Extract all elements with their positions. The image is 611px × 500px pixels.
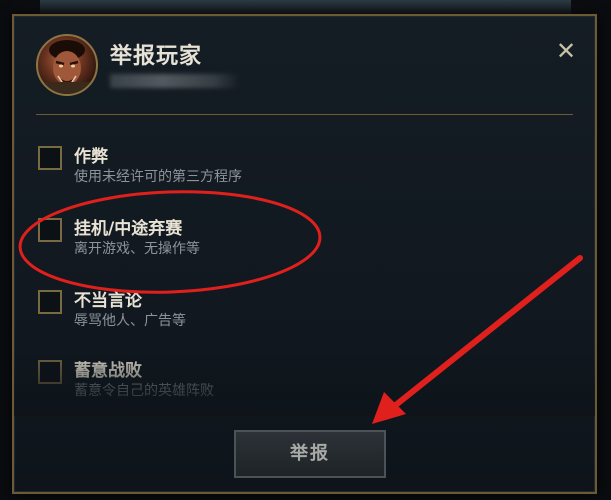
close-icon[interactable]: ✕: [555, 39, 577, 63]
checkbox-cheating[interactable]: [38, 146, 62, 170]
option-title: 挂机/中途弃赛: [74, 219, 183, 239]
dialog-header: 举报玩家 ✕: [14, 16, 595, 116]
dialog-title: 举报玩家: [110, 44, 203, 69]
option-description: 使用未经许可的第三方程序: [74, 169, 242, 185]
header-divider: [36, 114, 573, 115]
option-description: 蓄意令自己的英雄阵败: [74, 383, 214, 399]
option-afk[interactable]: 挂机/中途弃赛 离开游戏、无操作等: [38, 214, 538, 264]
checkbox-intentional-feeding[interactable]: [38, 360, 62, 384]
option-cheating[interactable]: 作弊 使用未经许可的第三方程序: [38, 142, 538, 192]
option-inappropriate-speech[interactable]: 不当言论 辱骂他人、广告等: [38, 286, 538, 336]
option-title: 作弊: [74, 147, 108, 167]
report-button[interactable]: 举报: [234, 430, 386, 478]
report-player-dialog: 举报玩家 ✕ 作弊 使用未经许可的第三方程序 挂机/中途弃赛 离开游戏、无操作等…: [12, 14, 597, 494]
checkbox-afk[interactable]: [38, 218, 62, 242]
option-intentional-feeding[interactable]: 蓄意战败 蓄意令自己的英雄阵败: [38, 356, 538, 406]
option-description: 离开游戏、无操作等: [74, 241, 200, 257]
top-banner-edge: [40, 0, 571, 15]
checkbox-inappropriate-speech[interactable]: [38, 290, 62, 314]
champion-portrait-icon: [44, 40, 90, 94]
player-name-blurred: [110, 74, 240, 88]
option-description: 辱骂他人、广告等: [74, 313, 186, 329]
option-title: 不当言论: [74, 291, 142, 311]
option-title: 蓄意战败: [74, 361, 142, 381]
champion-avatar: [36, 34, 98, 96]
screen: 举报玩家 ✕ 作弊 使用未经许可的第三方程序 挂机/中途弃赛 离开游戏、无操作等…: [0, 0, 611, 500]
